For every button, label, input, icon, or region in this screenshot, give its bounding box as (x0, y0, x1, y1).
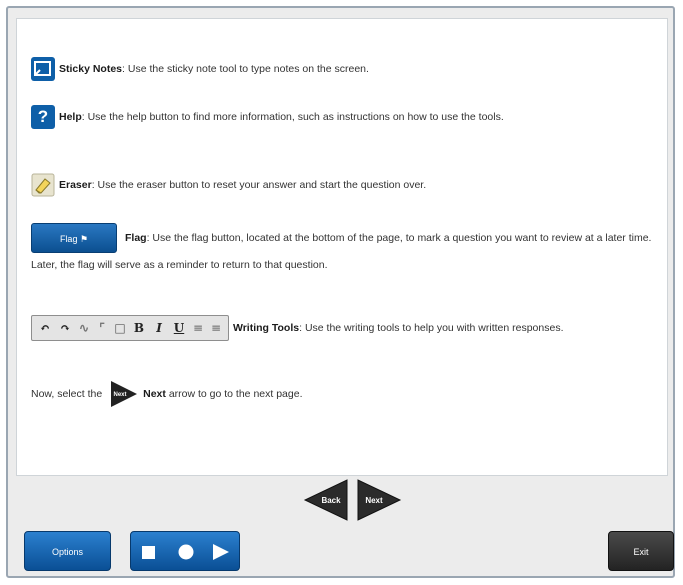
sticky-notes-row: Sticky Notes: Use the sticky note tool t… (31, 57, 653, 81)
next-row: Now, select the Next Next arrow to go to… (31, 379, 653, 409)
eraser-text: : Use the eraser button to reset your an… (91, 178, 427, 191)
flag-row: Flag ⚑ Flag: Use the flag button, located… (31, 223, 653, 278)
svg-text:Next: Next (365, 496, 383, 505)
sticky-notes-text: : Use the sticky note tool to type notes… (122, 62, 369, 75)
svg-text:Back: Back (321, 496, 341, 505)
next-button[interactable]: Next (356, 478, 402, 527)
flag-icon: ⚑ (79, 234, 89, 244)
flag-button-sample: Flag ⚑ (31, 223, 117, 253)
help-text: : Use the help button to find more infor… (81, 110, 504, 123)
writing-toolbar-sample: ↶ ↷ ∿ ⌜ □ B I U ≡ ≡ (31, 315, 229, 341)
help-row: ? Help: Use the help button to find more … (31, 105, 653, 129)
cut-icon: ∿ (78, 321, 90, 336)
flag-title: Flag (125, 231, 147, 244)
next-text-before: Now, select the (31, 388, 103, 400)
writing-tools-title: Writing Tools (233, 321, 300, 334)
flag-button-label: Flag (59, 234, 78, 244)
eraser-row: Eraser: Use the eraser button to reset y… (31, 173, 653, 197)
undo-icon: ↶ (39, 321, 51, 336)
svg-text:Next: Next (114, 392, 127, 398)
help-icon: ? (31, 105, 55, 129)
writing-tools-row: ↶ ↷ ∿ ⌜ □ B I U ≡ ≡ Writing Tools: Use the writin… (31, 315, 653, 341)
number-list-icon: ≡ (210, 321, 222, 336)
stop-icon[interactable] (142, 546, 155, 559)
next-title: Next (143, 388, 166, 400)
play-icon[interactable] (213, 544, 229, 560)
options-button[interactable]: Options (24, 531, 111, 571)
bullet-list-icon: ≡ (192, 321, 204, 336)
help-title: Help (59, 110, 82, 123)
eraser-icon (31, 173, 55, 197)
italic-icon: I (156, 321, 162, 336)
bold-icon: B (133, 321, 145, 336)
sticky-notes-icon (31, 57, 55, 81)
back-button[interactable]: Back (303, 478, 349, 527)
record-icon[interactable] (178, 544, 194, 560)
paste-icon: □ (114, 321, 126, 336)
next-text-after: arrow to go to the next page. (168, 388, 303, 400)
instructions-panel: Sticky Notes: Use the sticky note tool t… (16, 18, 668, 476)
sticky-notes-title: Sticky Notes (59, 62, 123, 75)
copy-icon: ⌜ (99, 321, 105, 336)
eraser-title: Eraser (59, 178, 92, 191)
redo-icon: ↷ (59, 321, 71, 336)
next-arrow-icon: Next (109, 379, 139, 409)
writing-tools-text: : Use the writing tools to help you with… (299, 321, 564, 334)
exit-button[interactable]: Exit (608, 531, 674, 571)
media-controls (130, 531, 240, 571)
underline-icon: U (173, 321, 185, 336)
